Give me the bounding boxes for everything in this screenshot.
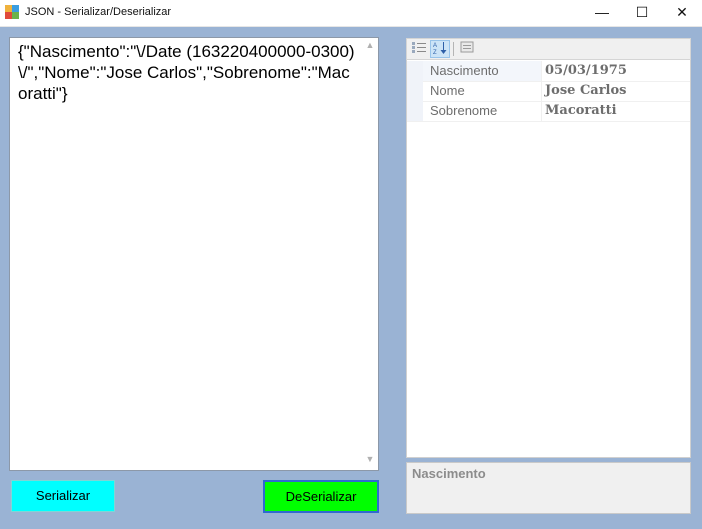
- property-pages-button[interactable]: [457, 40, 477, 58]
- column-divider: [541, 101, 542, 121]
- alphabetical-view-button[interactable]: A Z: [430, 40, 450, 58]
- close-icon: ✕: [676, 4, 688, 20]
- scroll-up-icon[interactable]: ▲: [362, 40, 378, 54]
- property-grid-toolbar: A Z: [406, 38, 691, 60]
- row-gutter: [407, 81, 423, 101]
- categorized-icon: [412, 42, 426, 53]
- help-title: Nascimento: [412, 466, 486, 481]
- column-divider: [541, 81, 542, 101]
- minimize-button[interactable]: —: [582, 0, 622, 26]
- title-bar: JSON - Serializar/Deserializar — ☐ ✕: [0, 0, 702, 27]
- serializar-button[interactable]: Serializar: [11, 480, 115, 512]
- svg-text:Z: Z: [433, 50, 437, 55]
- maximize-button[interactable]: ☐: [622, 0, 662, 26]
- scroll-down-icon[interactable]: ▼: [362, 454, 378, 468]
- property-name: Sobrenome: [430, 103, 498, 118]
- property-row-sobrenome[interactable]: Sobrenome Macoratti: [407, 101, 690, 122]
- maximize-icon: ☐: [635, 4, 649, 20]
- sort-alphabetical-icon: A Z: [433, 42, 447, 56]
- property-help-panel: Nascimento: [406, 462, 691, 514]
- property-grid[interactable]: Nascimento 05/03/1975 Nome Jose Carlos S…: [406, 60, 691, 458]
- close-button[interactable]: ✕: [662, 0, 702, 26]
- row-gutter: [407, 101, 423, 121]
- toolbar-separator: [453, 42, 454, 56]
- column-divider: [541, 61, 542, 81]
- property-value[interactable]: 05/03/1975: [545, 63, 627, 78]
- app-icon: [5, 5, 19, 19]
- property-name: Nome: [430, 83, 465, 98]
- property-pages-icon: [460, 41, 474, 53]
- property-value[interactable]: Macoratti: [545, 103, 617, 118]
- property-row-nascimento[interactable]: Nascimento 05/03/1975: [407, 61, 690, 82]
- svg-text:A: A: [433, 43, 437, 49]
- property-name: Nascimento: [430, 63, 499, 78]
- categorized-view-button[interactable]: [409, 40, 429, 58]
- window-title: JSON - Serializar/Deserializar: [25, 6, 172, 18]
- json-vertical-scrollbar[interactable]: ▲ ▼: [362, 38, 378, 470]
- json-text: {"Nascimento":"\/Date (163220400000-0300…: [18, 42, 355, 103]
- row-gutter: [407, 61, 423, 81]
- property-value[interactable]: Jose Carlos: [545, 83, 627, 98]
- property-row-nome[interactable]: Nome Jose Carlos: [407, 81, 690, 102]
- json-textbox[interactable]: {"Nascimento":"\/Date (163220400000-0300…: [9, 37, 379, 471]
- deserializar-button[interactable]: DeSerializar: [263, 480, 379, 513]
- minimize-icon: —: [595, 4, 609, 20]
